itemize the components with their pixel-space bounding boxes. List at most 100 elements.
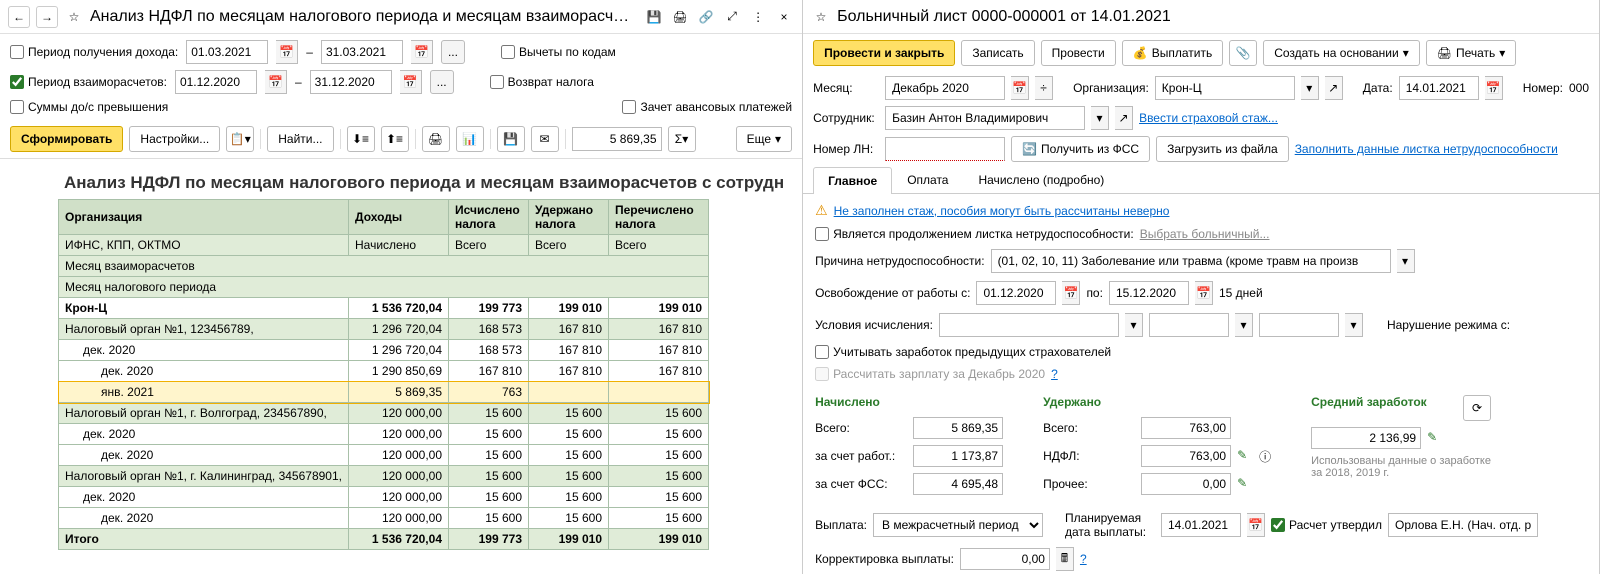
conditions-select[interactable]	[939, 313, 1119, 337]
conditions2-select[interactable]	[1149, 313, 1229, 337]
tab-payment[interactable]: Оплата	[892, 166, 963, 193]
calendar-icon[interactable]: 📅	[276, 40, 298, 64]
save-icon[interactable]: 💾	[644, 7, 664, 27]
expand-all-button[interactable]: ⬇≡	[347, 126, 375, 152]
chevron-down-icon[interactable]: ▾	[1125, 313, 1143, 337]
deduct-codes-checkbox[interactable]: Вычеты по кодам	[501, 45, 616, 59]
period-settle-checkbox[interactable]: Период взаиморасчетов:	[10, 75, 167, 89]
print-icon[interactable]: 🖨	[670, 7, 690, 27]
withheld-other-input[interactable]	[1141, 473, 1231, 495]
calc-icon[interactable]: 🖩	[1056, 547, 1074, 571]
table-row[interactable]: дек. 2020120 000,0015 60015 60015 600	[59, 424, 709, 445]
refresh-button[interactable]: ⟳	[1463, 395, 1491, 421]
find-button[interactable]: Найти...	[267, 126, 333, 152]
save-button[interactable]: Записать	[961, 40, 1034, 66]
chevron-down-icon[interactable]: ▾	[1397, 249, 1415, 273]
relief-from-input[interactable]	[976, 281, 1056, 305]
save-variant-button[interactable]: 💾	[497, 126, 525, 152]
withheld-ndfl-input[interactable]	[1141, 445, 1231, 467]
table-row[interactable]: дек. 2020120 000,0015 60015 60015 600	[59, 487, 709, 508]
info-icon[interactable]: ⓘ	[1259, 448, 1271, 465]
settle-from-input[interactable]	[175, 70, 257, 94]
approved-by-input[interactable]	[1388, 513, 1538, 537]
table-row[interactable]: дек. 20201 296 720,04168 573167 810167 8…	[59, 340, 709, 361]
tax-return-checkbox[interactable]: Возврат налога	[490, 75, 594, 89]
star-icon[interactable]: ☆	[811, 7, 831, 27]
warning-link[interactable]: Не заполнен стаж, пособия могут быть рас…	[834, 204, 1170, 218]
stepper-icon[interactable]: ÷	[1035, 76, 1053, 100]
prev-insurers-checkbox[interactable]: Учитывать заработок предыдущих страховат…	[815, 345, 1587, 359]
plan-date-input[interactable]	[1161, 513, 1241, 537]
continuation-checkbox[interactable]: Является продолжением листка нетрудоспос…	[815, 227, 1134, 241]
pencil-icon[interactable]: ✎	[1427, 430, 1443, 446]
chevron-down-icon[interactable]: ▾	[1235, 313, 1253, 337]
calendar-icon[interactable]: 📅	[1011, 76, 1029, 100]
withheld-total-input[interactable]	[1141, 417, 1231, 439]
income-from-input[interactable]	[186, 40, 268, 64]
tab-accrued-detail[interactable]: Начислено (подробно)	[963, 166, 1119, 193]
sigma-button[interactable]: Σ▾	[668, 126, 696, 152]
chevron-down-icon[interactable]: ▾	[1091, 106, 1109, 130]
date-input[interactable]	[1399, 76, 1479, 100]
org-input[interactable]	[1155, 76, 1295, 100]
approved-checkbox[interactable]: Расчет утвердил	[1271, 518, 1382, 532]
relief-to-input[interactable]	[1109, 281, 1189, 305]
sum-display[interactable]	[572, 127, 662, 151]
reason-select[interactable]	[991, 249, 1391, 273]
month-input[interactable]	[885, 76, 1005, 100]
post-button[interactable]: Провести	[1041, 40, 1116, 66]
star-icon[interactable]: ☆	[64, 7, 84, 27]
form-button[interactable]: Сформировать	[10, 126, 123, 152]
employee-input[interactable]	[885, 106, 1085, 130]
correction-input[interactable]	[960, 548, 1050, 570]
avg-earnings-input[interactable]	[1311, 427, 1421, 449]
table-row[interactable]: дек. 2020120 000,0015 60015 60015 600	[59, 508, 709, 529]
back-button[interactable]: ←	[8, 6, 30, 28]
table-row[interactable]: дек. 20201 290 850,69167 810167 810167 8…	[59, 361, 709, 382]
open-icon[interactable]: ↗	[1325, 76, 1343, 100]
pay-button[interactable]: 💰 Выплатить	[1122, 40, 1223, 66]
chevron-down-icon[interactable]: ▾	[1345, 313, 1363, 337]
mail-button[interactable]: ✉	[531, 126, 559, 152]
advance-offset-checkbox[interactable]: Зачет авансовых платежей	[622, 100, 792, 114]
tab-main[interactable]: Главное	[813, 167, 892, 194]
pencil-icon[interactable]: ✎	[1237, 448, 1253, 464]
sums-excess-checkbox[interactable]: Суммы до/с превышения	[10, 100, 168, 114]
fss-button[interactable]: 🔄 Получить из ФСС	[1011, 136, 1150, 162]
more-button[interactable]: Еще ▾	[736, 126, 792, 152]
table-row[interactable]: Налоговый орган №1, г. Волгоград, 234567…	[59, 403, 709, 424]
calendar-icon[interactable]: 📅	[1062, 281, 1080, 305]
print-button[interactable]: 🖨	[422, 126, 450, 152]
conditions3-select[interactable]	[1259, 313, 1339, 337]
table-row[interactable]: Налоговый орган №1, 123456789,1 296 720,…	[59, 319, 709, 340]
help-icon[interactable]: ?	[1051, 367, 1058, 381]
pencil-icon[interactable]: ✎	[1237, 476, 1253, 492]
ln-number-input[interactable]	[885, 137, 1005, 161]
period-picker-button[interactable]: ...	[441, 40, 465, 64]
settings-button[interactable]: Настройки...	[129, 126, 220, 152]
payment-select[interactable]: В межрасчетный период	[873, 513, 1043, 537]
calendar-icon[interactable]: 📅	[1195, 281, 1213, 305]
table-row[interactable]: Налоговый орган №1, г. Калининград, 3456…	[59, 466, 709, 487]
more-icon[interactable]: ⋮	[748, 7, 768, 27]
accrued-employer-input[interactable]	[913, 445, 1003, 467]
calendar-icon[interactable]: 📅	[411, 40, 433, 64]
link-icon[interactable]: 🔗	[696, 7, 716, 27]
calendar-icon[interactable]: 📅	[400, 70, 422, 94]
post-close-button[interactable]: Провести и закрыть	[813, 40, 955, 66]
calendar-icon[interactable]: 📅	[1485, 76, 1503, 100]
open-icon[interactable]: ↗	[1115, 106, 1133, 130]
settle-to-input[interactable]	[310, 70, 392, 94]
calendar-icon[interactable]: 📅	[265, 70, 287, 94]
calendar-icon[interactable]: 📅	[1247, 513, 1265, 537]
period-income-checkbox[interactable]: Период получения дохода:	[10, 45, 178, 59]
expand-icon[interactable]: ⤢	[722, 7, 742, 27]
accrued-total-input[interactable]	[913, 417, 1003, 439]
print-menu-button[interactable]: 🖨 Печать ▾	[1426, 40, 1517, 66]
table-row[interactable]: дек. 2020120 000,0015 60015 60015 600	[59, 445, 709, 466]
fill-data-link[interactable]: Заполнить данные листка нетрудоспособнос…	[1295, 142, 1558, 156]
help-icon[interactable]: ?	[1080, 552, 1087, 566]
insurance-link[interactable]: Ввести страховой стаж...	[1139, 111, 1278, 125]
chevron-down-icon[interactable]: ▾	[1301, 76, 1319, 100]
attach-button[interactable]: 📎	[1229, 40, 1257, 66]
